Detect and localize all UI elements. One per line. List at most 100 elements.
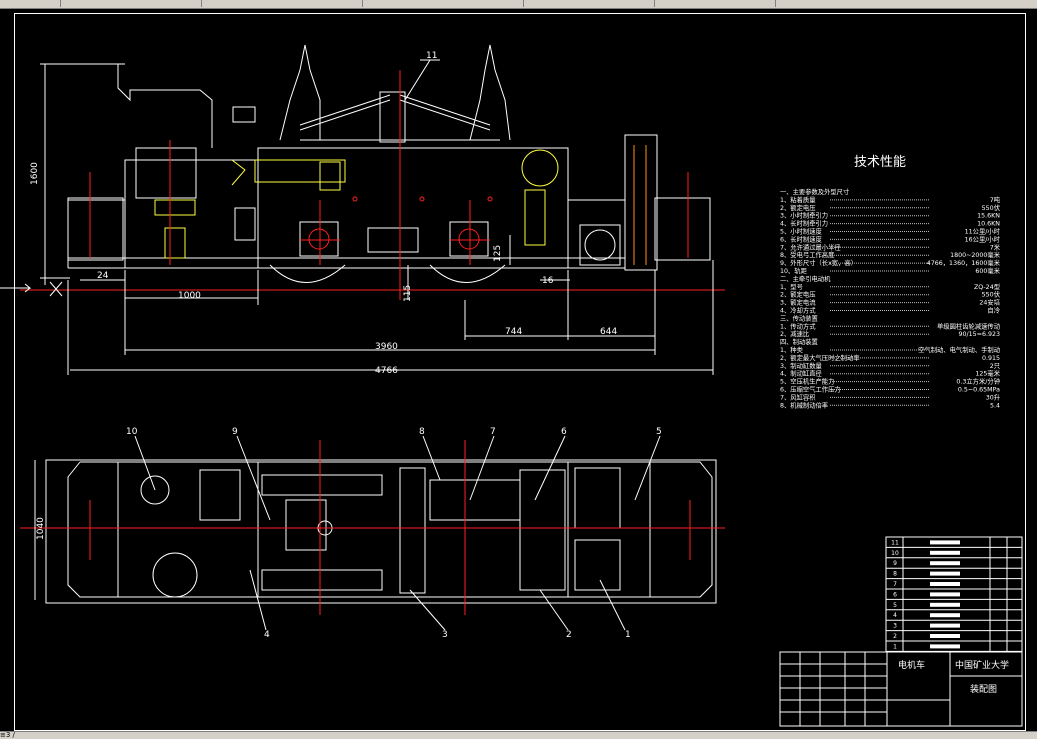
plan-outline <box>45 459 717 604</box>
spec-value: 550伏 <box>982 290 1001 299</box>
spec-label: 1、种类 <box>780 345 804 354</box>
dim-744: 744 <box>505 327 522 337</box>
balloon-2: 2 <box>566 630 572 640</box>
bom-item-name-redacted <box>930 634 960 638</box>
buffer-left <box>67 197 124 261</box>
plan-view: 1040 <box>20 440 725 615</box>
spec-label: 3、制动缸数量 <box>780 361 822 370</box>
spec-value: 90/15=6.923 <box>959 331 1000 338</box>
spec-value: 24安培 <box>979 298 1000 307</box>
balloon-3: 3 <box>442 630 448 640</box>
spec-value: 0.915 <box>982 355 1000 362</box>
drawing-canvas[interactable]: 1600 24 1000 115 125 16 744 644 3960 476… <box>0 0 1037 738</box>
spec-value: 1800~2000毫米 <box>950 250 1001 259</box>
dim-125: 125 <box>493 245 503 262</box>
dim-1000: 1000 <box>178 291 201 301</box>
spec-label: 2、额定电压 <box>780 203 816 212</box>
dim-644: 644 <box>600 327 617 337</box>
spec-value: 15.6KN <box>977 213 1000 220</box>
spec-label: 2、减速比 <box>780 329 809 338</box>
spec-label: 10、轨距 <box>780 266 808 275</box>
bom-item-number: 3 <box>893 623 897 630</box>
spec-label: 7、风缸容积 <box>780 392 816 401</box>
spec-value: 125毫米 <box>975 369 1000 378</box>
ground-arrow <box>0 283 32 293</box>
bom-item-number: 4 <box>893 612 897 619</box>
spec-label: 8、受电弓工作高度 <box>780 250 835 259</box>
bom-item-name-redacted <box>930 582 960 586</box>
spec-heading: 一、主要参数及外型尺寸 <box>780 187 849 196</box>
sand-box <box>135 147 197 199</box>
spec-value: 单级圆柱齿轮减速传动 <box>937 321 1000 330</box>
title-block: 电机车 中国矿业大学 装配图 <box>779 651 1023 727</box>
bom-item-number: 5 <box>893 602 897 609</box>
spec-value: 0.5~0.65MPa <box>958 387 1000 394</box>
axle-box-left <box>299 221 339 257</box>
spec-label: 2、额定电压 <box>780 290 816 299</box>
spec-label: 3、额定电流 <box>780 298 816 307</box>
spec-label: 4、长时制牵引力 <box>780 219 828 228</box>
dim-3960: 3960 <box>375 342 398 352</box>
bom-item-number: 7 <box>893 581 897 588</box>
bom-table: 11 10 9 8 7 6 5 4 3 2 1 <box>885 536 1023 653</box>
bom-item-number: 9 <box>893 560 897 567</box>
spec-value: 11公里/小时 <box>965 227 1001 236</box>
bom-item-number: 6 <box>893 591 897 598</box>
plan-buffer-left <box>67 461 119 598</box>
balloon-11: 11 <box>426 51 437 61</box>
compressor <box>579 224 621 266</box>
cab-outline <box>45 63 213 148</box>
bom-item-number: 2 <box>893 633 897 640</box>
title-drawing: 装配图 <box>970 683 997 695</box>
dim-1040: 1040 <box>36 517 46 540</box>
spec-heading: 四、制动装置 <box>780 337 818 346</box>
spec-value: 自冷 <box>987 306 1000 315</box>
bom-item-name-redacted <box>930 602 960 607</box>
bom-item-name-redacted <box>930 644 960 649</box>
dim-115: 115 <box>403 285 413 302</box>
dim-16: 16 <box>542 276 554 286</box>
spec-value: 2只 <box>990 362 1000 370</box>
spec-label: 1、型号 <box>780 282 803 291</box>
balloon-10: 10 <box>126 427 138 437</box>
spec-label: 6、长时制速度 <box>780 234 822 243</box>
plan-sandbox <box>152 552 198 598</box>
side-body-outline <box>67 147 626 269</box>
bom-item-name-redacted <box>930 623 960 628</box>
spec-label: 8、机械制动倍率 <box>780 400 828 409</box>
bom-item-name-redacted <box>930 571 960 576</box>
spec-value: 550伏 <box>982 203 1001 212</box>
spec-label: 5、空压机生产能力 <box>780 377 834 386</box>
bom-item-number: 1 <box>893 643 897 650</box>
side-dimensions: 1600 24 1000 115 125 16 744 644 3960 476… <box>30 63 714 376</box>
spec-value: 10.6KN <box>977 221 1000 228</box>
cab-window <box>232 106 256 123</box>
spec-label: 5、小时制速度 <box>780 227 822 236</box>
bom-item-name-redacted <box>930 550 960 555</box>
balloon-7: 7 <box>490 427 496 437</box>
spec-value: 600毫米 <box>975 266 1000 275</box>
dim-4766: 4766 <box>375 366 398 376</box>
resistor-box <box>624 134 658 271</box>
balloon-8: 8 <box>419 427 425 437</box>
bom-item-number: 10 <box>891 550 899 557</box>
title-name: 电机车 <box>898 659 925 671</box>
spec-label: 4、制动缸直径 <box>780 369 822 378</box>
buffer-right <box>654 197 711 261</box>
balloon-5: 5 <box>656 427 662 437</box>
bom-item-number: 8 <box>893 571 897 578</box>
balloon-1: 1 <box>625 630 631 640</box>
bom-item-name-redacted <box>930 540 960 545</box>
dim-24: 24 <box>97 271 109 281</box>
dim-1600: 1600 <box>30 162 40 185</box>
spec-value: 30升 <box>986 392 1000 401</box>
spec-label: 1、传动方式 <box>780 321 816 330</box>
spec-value: 5.4 <box>990 402 1000 409</box>
traction-motor-assembly <box>154 149 559 259</box>
tech-spec-list: 一、主要参数及外型尺寸1、粘着质量 7吨 2、额定电压 550伏 3、小时制牵引力 15.… <box>780 187 1001 409</box>
spec-value: 7吨 <box>990 195 1001 204</box>
spec-value: 0.3立方米/分钟 <box>956 377 1000 386</box>
balloon-6: 6 <box>561 427 567 437</box>
spec-label: 3、小时制牵引力 <box>780 211 828 220</box>
tech-title: 技术性能 <box>854 155 906 170</box>
